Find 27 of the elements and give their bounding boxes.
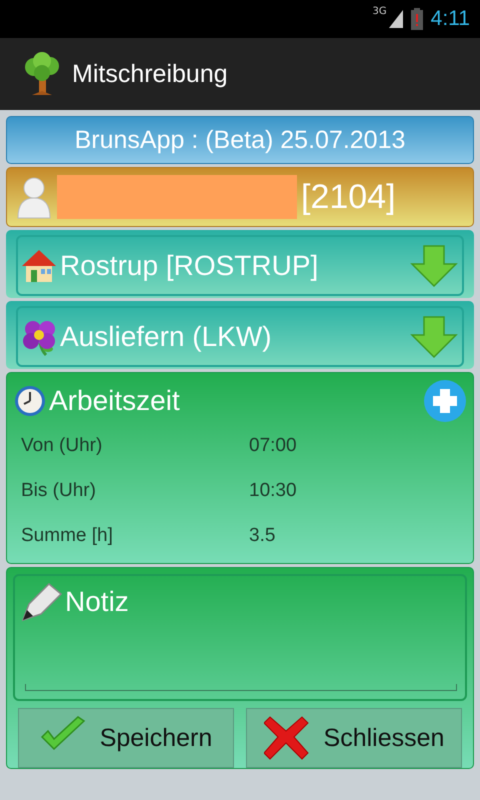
clock-time: 4:11 — [430, 7, 470, 31]
selector-label: Rostrup [ROSTRUP] — [60, 250, 320, 282]
field-value: 3.5 — [249, 524, 276, 546]
down-arrow-icon[interactable] — [410, 244, 458, 288]
close-button[interactable]: Schliessen — [246, 708, 462, 768]
battery-icon — [410, 8, 423, 30]
header-banner: BrunsApp : (Beta) 25.07.2013 — [6, 116, 474, 164]
network-type: 3G — [372, 6, 387, 17]
selector-label: Ausliefern (LKW) — [60, 320, 273, 352]
pencil-icon — [19, 580, 65, 622]
field-value: 07:00 — [249, 434, 297, 456]
app-title: Mitschreibung — [72, 60, 228, 88]
field-label: Summe [h] — [21, 524, 114, 546]
field-label: Von (Uhr) — [21, 434, 104, 456]
user-id: [2104] — [301, 178, 396, 216]
add-icon[interactable] — [423, 379, 467, 423]
section-title: Notiz — [65, 586, 129, 618]
field-label: Bis (Uhr) — [21, 480, 97, 502]
section-title: Arbeitszeit — [49, 385, 181, 417]
field-value: 10:30 — [249, 480, 297, 502]
close-icon — [264, 715, 310, 761]
note-input-field[interactable] — [25, 684, 457, 691]
signal-icon — [388, 10, 403, 28]
tree-icon — [22, 51, 62, 97]
save-button[interactable]: Speichern — [18, 708, 234, 768]
down-arrow-icon[interactable] — [410, 314, 458, 358]
clock-icon — [13, 384, 47, 418]
